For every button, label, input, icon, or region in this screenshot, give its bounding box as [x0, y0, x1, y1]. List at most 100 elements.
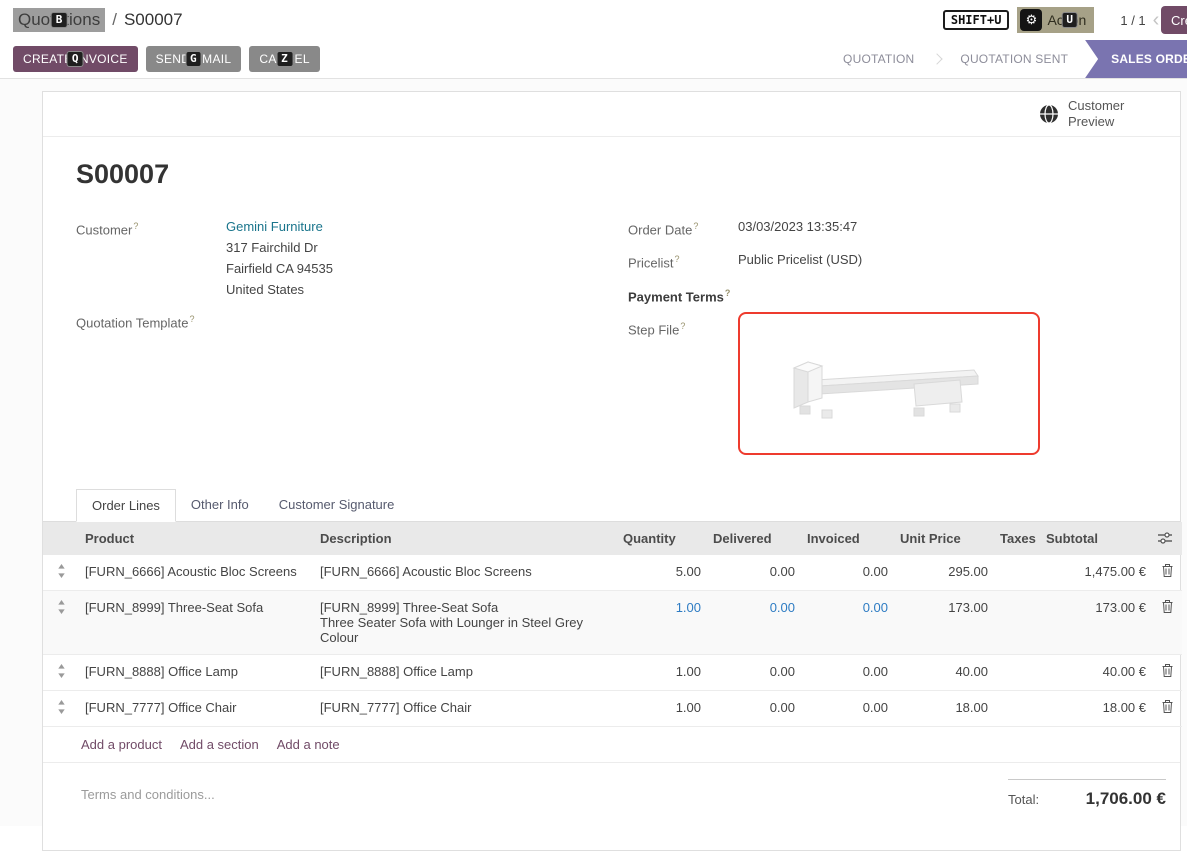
action-menu[interactable]: ⚙ Action U	[1017, 7, 1094, 33]
customer-preview-row: Customer Preview	[43, 92, 1180, 137]
delivered-cell[interactable]: 0.00	[707, 654, 801, 690]
payment-terms-label: Payment Terms?	[628, 283, 738, 307]
quantity-cell[interactable]: 1.00	[617, 590, 707, 654]
status-separator-icon	[932, 53, 943, 64]
order-lines-table: Product Description Quantity Delivered I…	[43, 522, 1182, 727]
product-cell[interactable]: [FURN_8888] Office Lamp	[79, 654, 314, 690]
tab-other-info[interactable]: Other Info	[176, 489, 264, 522]
subtotal-column-header: Subtotal	[1040, 522, 1152, 555]
customer-address-line1: 317 Fairchild Dr	[226, 237, 333, 258]
field-step-file: Step File?	[628, 316, 1147, 455]
terms-and-conditions-input[interactable]: Terms and conditions...	[81, 787, 215, 802]
order-line-row: [FURN_6666] Acoustic Bloc Screens [FURN_…	[43, 555, 1182, 591]
statusbar: QUOTATION QUOTATION SENT SALES ORDER	[826, 40, 1187, 78]
unit-price-column-header: Unit Price	[894, 522, 994, 555]
delivered-cell[interactable]: 0.00	[707, 555, 801, 591]
description-cell[interactable]: [FURN_6666] Acoustic Bloc Screens	[314, 555, 617, 591]
customer-label: Customer?	[76, 216, 226, 300]
quotation-template-label: Quotation Template?	[76, 309, 195, 333]
create-invoice-button[interactable]: CREATE INVOICE Q	[13, 46, 138, 72]
globe-icon	[1039, 104, 1059, 124]
total-label: Total:	[1008, 792, 1039, 807]
notebook-tabs: Order Lines Other Info Customer Signatur…	[43, 488, 1180, 522]
form-toolbar: CREATE INVOICE Q SEND EMAIL G CANCEL Z Q…	[0, 40, 1187, 79]
unit-price-cell[interactable]: 40.00	[894, 654, 994, 690]
table-header-row: Product Description Quantity Delivered I…	[43, 522, 1182, 555]
description-cell[interactable]: [FURN_7777] Office Chair	[314, 690, 617, 726]
taxes-cell[interactable]	[994, 654, 1040, 690]
delivered-cell[interactable]: 0.00	[707, 590, 801, 654]
delivered-cell[interactable]: 0.00	[707, 690, 801, 726]
product-cell[interactable]: [FURN_8999] Three-Seat Sofa	[79, 590, 314, 654]
step-file-label: Step File?	[628, 316, 738, 455]
kbd-hint-send-email: G	[185, 51, 202, 67]
create-button[interactable]: Create	[1161, 6, 1187, 34]
description-cell[interactable]: [FURN_8888] Office Lamp	[314, 654, 617, 690]
taxes-cell[interactable]	[994, 690, 1040, 726]
invoiced-cell[interactable]: 0.00	[801, 555, 894, 591]
toolbar-buttons: CREATE INVOICE Q SEND EMAIL G CANCEL Z	[0, 46, 320, 72]
content-area: Customer Preview S00007 Customer? Gemini…	[0, 79, 1187, 826]
drag-handle-icon[interactable]	[43, 555, 79, 591]
tab-order-lines[interactable]: Order Lines	[76, 489, 176, 522]
pricelist-field[interactable]: Public Pricelist (USD)	[738, 249, 862, 273]
unit-price-cell[interactable]: 173.00	[894, 590, 994, 654]
kbd-hint-cancel: Z	[276, 51, 293, 67]
table-footer-links: Add a product Add a section Add a note	[43, 727, 1180, 763]
sales-order-sheet: Customer Preview S00007 Customer? Gemini…	[42, 91, 1181, 851]
order-line-row: [FURN_8888] Office Lamp [FURN_8888] Offi…	[43, 654, 1182, 690]
customer-value: Gemini Furniture 317 Fairchild Dr Fairfi…	[226, 216, 333, 300]
field-group: Customer? Gemini Furniture 317 Fairchild…	[43, 216, 1180, 464]
invoiced-cell[interactable]: 0.00	[801, 690, 894, 726]
quantity-cell[interactable]: 5.00	[617, 555, 707, 591]
total-value: 1,706.00 €	[1086, 789, 1166, 809]
subtotal-cell: 18.00 €	[1040, 690, 1152, 726]
delete-row-icon[interactable]	[1152, 654, 1182, 690]
breadcrumb-separator: /	[112, 10, 117, 30]
status-quotation[interactable]: QUOTATION	[826, 40, 931, 78]
sheet-footer: Terms and conditions... Total: 1,706.00 …	[43, 763, 1180, 809]
delete-row-icon[interactable]	[1152, 555, 1182, 591]
add-section-link[interactable]: Add a section	[180, 737, 259, 752]
status-sales-order[interactable]: SALES ORDER	[1085, 40, 1187, 78]
kbd-hint-create-invoice: Q	[67, 51, 84, 67]
quantity-cell[interactable]: 1.00	[617, 690, 707, 726]
pager-count: 1 / 1	[1120, 13, 1145, 28]
customer-link[interactable]: Gemini Furniture	[226, 219, 323, 234]
invoiced-cell[interactable]: 0.00	[801, 654, 894, 690]
drag-handle-icon[interactable]	[43, 654, 79, 690]
optional-columns-icon[interactable]	[1152, 522, 1182, 555]
taxes-cell[interactable]	[994, 555, 1040, 591]
add-product-link[interactable]: Add a product	[81, 737, 162, 752]
delete-row-icon[interactable]	[1152, 690, 1182, 726]
drag-handle-icon[interactable]	[43, 590, 79, 654]
customer-address-line2: Fairfield CA 94535	[226, 258, 333, 279]
field-payment-terms: Payment Terms?	[628, 283, 1147, 307]
kbd-hint-breadcrumb: B	[51, 12, 68, 28]
add-note-link[interactable]: Add a note	[277, 737, 340, 752]
order-date-field[interactable]: 03/03/2023 13:35:47	[738, 216, 857, 240]
invoiced-cell[interactable]: 0.00	[801, 590, 894, 654]
pager-prev-icon[interactable]: ‹	[1153, 10, 1160, 30]
tab-customer-signature[interactable]: Customer Signature	[264, 489, 410, 522]
delete-row-icon[interactable]	[1152, 590, 1182, 654]
unit-price-cell[interactable]: 295.00	[894, 555, 994, 591]
customer-address-line3: United States	[226, 279, 333, 300]
delivered-column-header: Delivered	[707, 522, 801, 555]
drag-handle-icon[interactable]	[43, 690, 79, 726]
status-quotation-sent[interactable]: QUOTATION SENT	[943, 40, 1085, 78]
header-controls: SHIFT+U ⚙ Action U 1 / 1 ‹ › Create	[943, 0, 1187, 40]
description-cell[interactable]: [FURN_8999] Three-Seat Sofa Three Seater…	[314, 590, 617, 654]
description-column-header: Description	[314, 522, 617, 555]
help-icon: ?	[190, 314, 195, 324]
product-cell[interactable]: [FURN_7777] Office Chair	[79, 690, 314, 726]
order-date-label: Order Date?	[628, 216, 738, 240]
breadcrumb-quotations[interactable]: Quotations B	[13, 8, 105, 32]
cancel-button[interactable]: CANCEL Z	[249, 46, 319, 72]
customer-preview-link[interactable]: Customer Preview	[1068, 98, 1140, 131]
quantity-cell[interactable]: 1.00	[617, 654, 707, 690]
unit-price-cell[interactable]: 18.00	[894, 690, 994, 726]
product-cell[interactable]: [FURN_6666] Acoustic Bloc Screens	[79, 555, 314, 591]
send-email-button[interactable]: SEND EMAIL G	[146, 46, 242, 72]
taxes-cell[interactable]	[994, 590, 1040, 654]
